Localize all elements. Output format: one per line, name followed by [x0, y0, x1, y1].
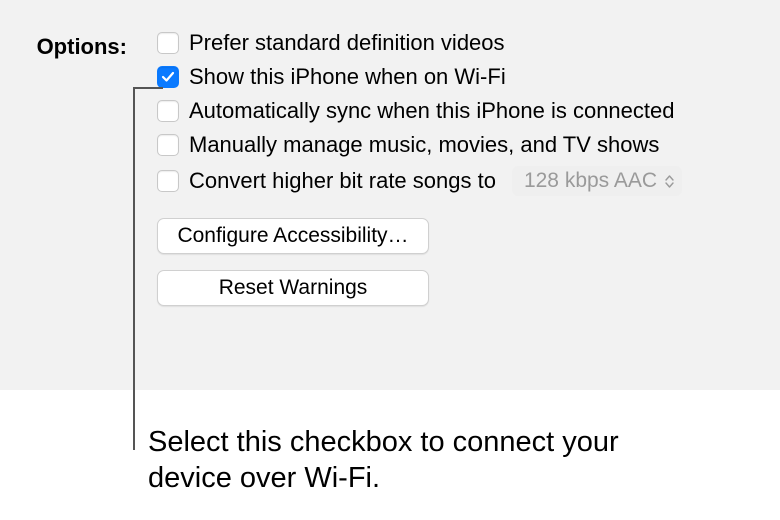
checkbox-prefer-sd[interactable]: [157, 32, 179, 54]
checkbox-row-show-wifi: Show this iPhone when on Wi-Fi: [157, 64, 780, 90]
updown-icon: [665, 175, 674, 188]
checkbox-show-wifi[interactable]: [157, 66, 179, 88]
checkbox-label-show-wifi: Show this iPhone when on Wi-Fi: [189, 64, 506, 90]
reset-warnings-button[interactable]: Reset Warnings: [157, 270, 429, 306]
checkbox-label-convert-bitrate: Convert higher bit rate songs to: [189, 168, 496, 194]
checkbox-convert-bitrate[interactable]: [157, 170, 179, 192]
checkbox-label-auto-sync: Automatically sync when this iPhone is c…: [189, 98, 674, 124]
checkbox-row-prefer-sd: Prefer standard definition videos: [157, 30, 780, 56]
checkbox-row-convert-bitrate: Convert higher bit rate songs to 128 kbp…: [157, 166, 780, 196]
checkbox-label-prefer-sd: Prefer standard definition videos: [189, 30, 505, 56]
checkbox-label-manual-manage: Manually manage music, movies, and TV sh…: [189, 132, 659, 158]
checkbox-row-auto-sync: Automatically sync when this iPhone is c…: [157, 98, 780, 124]
checkbox-manual-manage[interactable]: [157, 134, 179, 156]
options-panel: Options: Prefer standard definition vide…: [0, 0, 780, 390]
caption-text: Select this checkbox to connect your dev…: [148, 424, 708, 497]
checkmark-icon: [161, 70, 175, 84]
callout-line-horizontal: [133, 87, 163, 89]
bitrate-dropdown-value: 128 kbps AAC: [524, 169, 657, 193]
checkbox-auto-sync[interactable]: [157, 100, 179, 122]
options-content: Prefer standard definition videos Show t…: [135, 30, 780, 306]
button-stack: Configure Accessibility… Reset Warnings: [157, 218, 780, 306]
bitrate-dropdown[interactable]: 128 kbps AAC: [512, 166, 682, 196]
callout-line-vertical: [133, 87, 135, 450]
checkbox-row-manual-manage: Manually manage music, movies, and TV sh…: [157, 132, 780, 158]
options-heading: Options:: [0, 30, 135, 60]
configure-accessibility-button[interactable]: Configure Accessibility…: [157, 218, 429, 254]
